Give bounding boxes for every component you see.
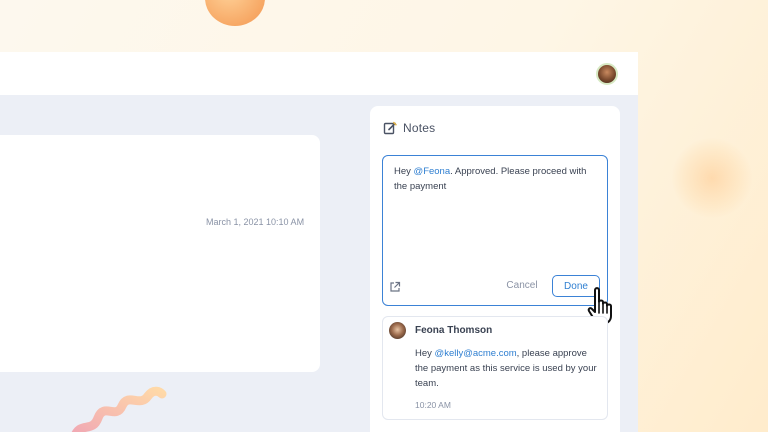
comment-text-start: Hey xyxy=(415,348,435,359)
document-timestamp: March 1, 2021 10:10 AM xyxy=(206,217,305,227)
notes-title: Notes xyxy=(403,121,436,135)
top-bar xyxy=(0,52,638,95)
comment-author: Feona Thomson xyxy=(415,325,493,336)
user-avatar[interactable] xyxy=(596,63,618,85)
comment-avatar xyxy=(389,322,406,339)
decorative-blob xyxy=(205,0,265,26)
document-card xyxy=(0,135,320,372)
edit-note-icon xyxy=(383,121,397,140)
decorative-squiggle xyxy=(71,386,167,432)
mention-link[interactable]: @Feona xyxy=(414,166,451,177)
comment-body: Hey @kelly@acme.com, please approve the … xyxy=(415,346,601,391)
comment-timestamp: 10:20 AM xyxy=(415,400,451,410)
decorative-glow xyxy=(672,138,752,218)
cancel-button[interactable]: Cancel xyxy=(500,276,544,296)
external-link-icon[interactable] xyxy=(389,280,401,298)
comment-mention-link[interactable]: @kelly@acme.com xyxy=(435,348,517,359)
note-text-start: Hey xyxy=(394,166,414,177)
note-editor-text[interactable]: Hey @Feona. Approved. Please proceed wit… xyxy=(394,164,599,194)
